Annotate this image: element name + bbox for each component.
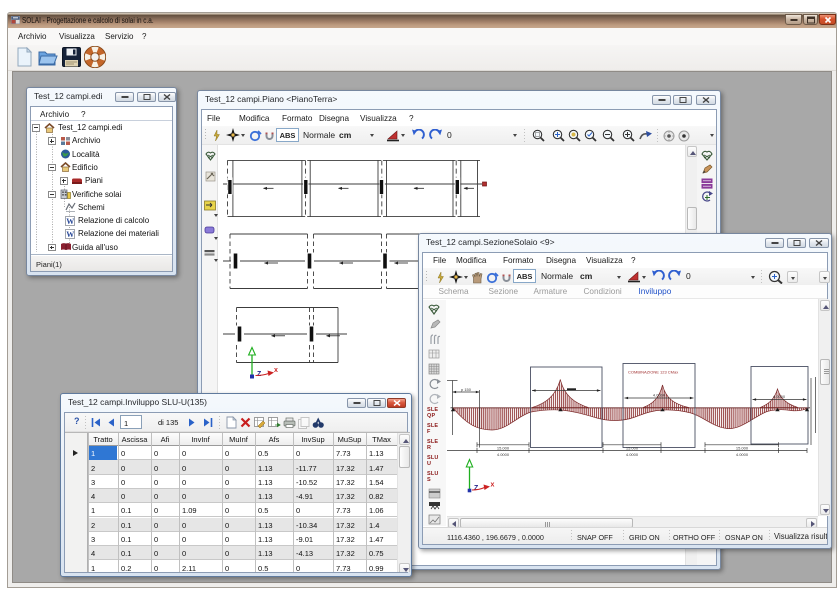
svg-text:15.000: 15.000 — [626, 445, 639, 450]
svg-text:4.0000: 4.0000 — [653, 393, 666, 398]
svg-text:x: x — [491, 482, 495, 489]
svg-text:x: x — [274, 367, 278, 374]
svg-text:15.000: 15.000 — [497, 445, 510, 450]
svg-text:W: W — [66, 217, 74, 226]
svg-text:4.0000: 4.0000 — [773, 394, 786, 399]
svg-text:4.0000: 4.0000 — [497, 452, 510, 457]
svg-text:W: W — [66, 230, 74, 239]
svg-text:p 150: p 150 — [461, 387, 472, 392]
svg-text:4.0000: 4.0000 — [626, 452, 639, 457]
svg-text:4.0000: 4.0000 — [736, 452, 749, 457]
svg-text:15.000: 15.000 — [736, 445, 749, 450]
svg-text:Z: Z — [474, 485, 479, 492]
svg-text:Z: Z — [257, 371, 262, 378]
svg-text:COMBINAZIONE 123 CMax: COMBINAZIONE 123 CMax — [628, 370, 678, 375]
